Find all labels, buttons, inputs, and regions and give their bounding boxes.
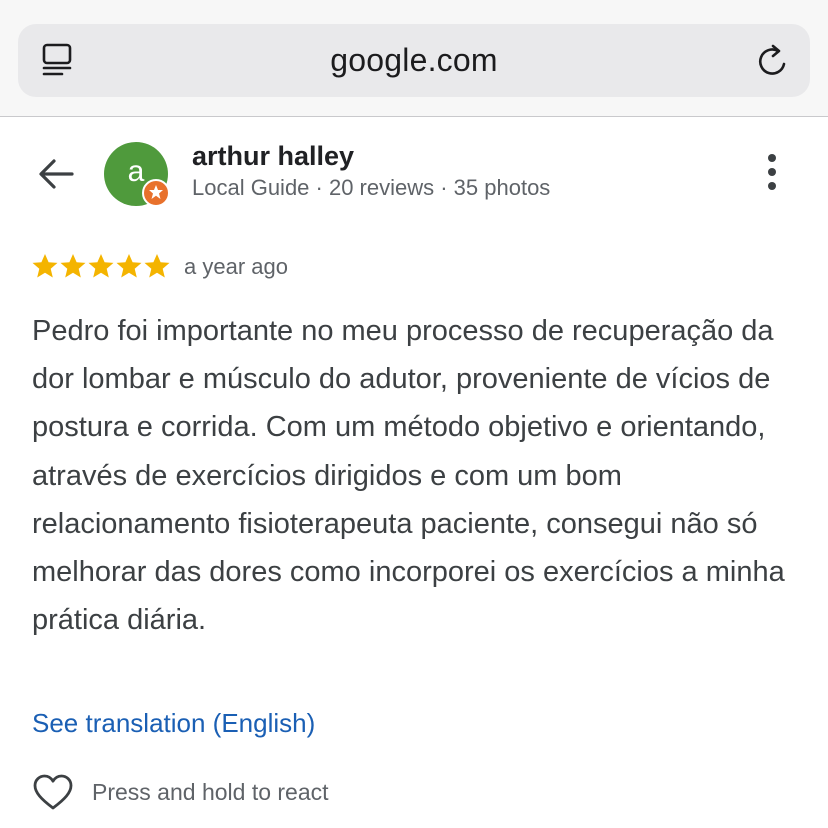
star-icon xyxy=(32,254,58,278)
address-bar[interactable]: google.com xyxy=(18,24,810,97)
star-rating xyxy=(32,253,170,281)
avatar-letter: a xyxy=(127,155,145,188)
see-translation-link[interactable]: See translation (English) xyxy=(32,708,315,739)
more-vertical-icon[interactable] xyxy=(760,152,784,192)
review-date: a year ago xyxy=(184,254,288,279)
star-icon xyxy=(88,254,114,278)
reviewer-meta: Local Guide · 20 reviews · 35 photos xyxy=(192,175,551,200)
url-text[interactable]: google.com xyxy=(18,24,810,97)
star-icon xyxy=(60,254,86,278)
star-icon xyxy=(144,254,170,278)
review-page: google.com a arthur halley Local Guide ·… xyxy=(0,0,828,828)
reload-icon[interactable] xyxy=(756,42,792,80)
reviewer-name[interactable]: arthur halley xyxy=(192,141,354,172)
heart-outline-icon[interactable] xyxy=(32,772,74,812)
back-arrow-icon[interactable] xyxy=(36,154,76,194)
star-icon xyxy=(116,254,142,278)
react-hint: Press and hold to react xyxy=(92,779,329,805)
review-text: Pedro foi importante no meu processo de … xyxy=(32,315,785,637)
browser-toolbar: google.com xyxy=(0,0,828,117)
local-guide-badge-icon xyxy=(142,179,170,207)
